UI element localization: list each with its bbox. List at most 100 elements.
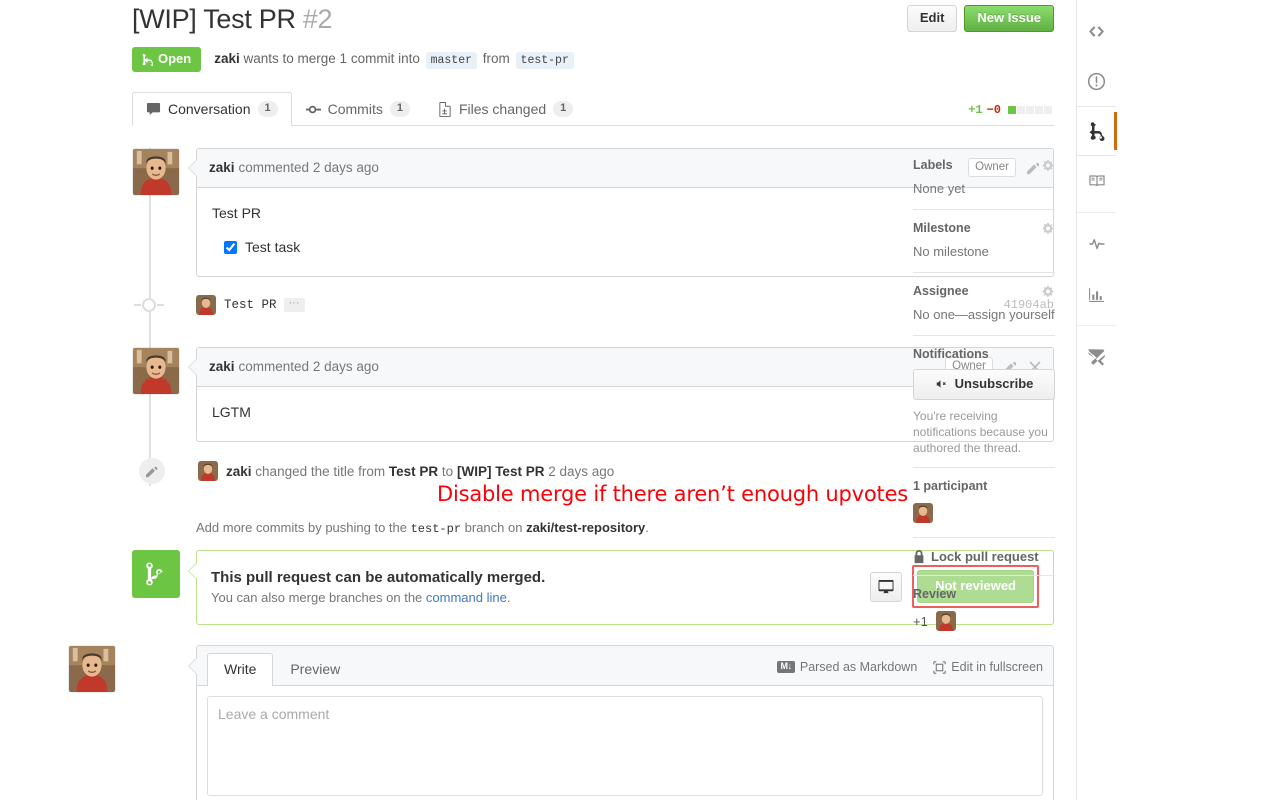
pr-number: #2 [302,4,333,34]
commit-avatar[interactable] [196,295,216,315]
tools-icon [1088,348,1105,366]
new-issue-button[interactable]: New Issue [964,5,1054,32]
command-line-link[interactable]: command line [426,590,507,605]
labels-settings-button[interactable] [1042,159,1055,172]
labels-value: None yet [913,181,966,196]
avatar[interactable] [68,645,116,693]
avatar[interactable] [132,347,180,395]
rail-item-wiki[interactable] [1077,156,1116,206]
commit-expand-button[interactable]: ··· [283,298,305,312]
milestone-settings-button[interactable] [1042,222,1055,235]
review-heading: Review [913,587,957,601]
merge-sub-prefix: You can also merge branches on the [211,589,426,605]
rail-group-settings [1077,326,1116,388]
fullscreen-label: Edit in fullscreen [951,660,1043,674]
labels-heading-row: Labels [913,158,1055,172]
status-badge: Open [132,47,202,72]
rail-group-insights [1077,213,1116,326]
pr-author: zaki [214,50,240,66]
commit-icon [305,105,321,113]
participant-avatar[interactable] [913,503,933,523]
diffstat-block [1044,106,1052,114]
event-avatar[interactable] [198,461,218,481]
edit-button[interactable]: Edit [906,5,958,32]
comment-form-tools: M↓ Parsed as Markdown Edit in fullscreen [777,660,1043,685]
graph-icon [1089,287,1104,302]
avatar[interactable] [132,148,180,196]
rail-item-code[interactable] [1077,6,1116,56]
tab-write[interactable]: Write [207,653,274,686]
rail-item-pulse[interactable] [1077,219,1116,269]
status-badge-label: Open [158,51,192,66]
assignee-value[interactable]: No one—assign yourself [913,306,1055,324]
sidebar-section-participants: 1 participant [913,479,1055,538]
rail-item-issues[interactable] [1077,56,1116,106]
pr-state-row: Open zaki wants to merge 1 commit into m… [132,47,1054,72]
lock-label: Lock pull request [931,549,1039,564]
rail-item-pull-requests[interactable] [1077,106,1117,156]
mute-icon [936,380,946,388]
git-pull-request-icon [1089,122,1104,141]
diffstat-block [1008,106,1016,114]
avatar-image [198,461,218,481]
review-score: +1 [913,613,928,629]
avatar-image [133,149,179,195]
gear-icon [1042,159,1054,171]
task-label: Test task [245,239,301,255]
rail-group-primary [1077,0,1117,213]
assignee-settings-button[interactable] [1042,285,1055,298]
head-branch-chip[interactable]: test-pr [515,51,574,69]
participants-heading: 1 participant [913,479,988,493]
tab-preview[interactable]: Preview [273,653,357,686]
avatar-image [69,646,115,692]
tab-files-changed[interactable]: Files changed 1 [424,92,587,126]
push-hint-branch: test-pr [410,522,462,536]
fullscreen-button[interactable]: Edit in fullscreen [933,660,1043,674]
base-branch-chip[interactable]: master [425,51,478,69]
comment-meta: commented 2 days ago [238,359,379,374]
issue-sidebar: Labels None yet Milestone No milestone A… [913,158,1055,653]
diffstat-deletions: −0 [986,103,1001,117]
avatar-image [196,295,216,315]
notifications-heading-row: Notifications [913,347,1055,361]
terminal-button[interactable] [870,571,903,602]
merge-subtitle: You can also merge branches on the comma… [211,590,870,605]
comment-form-body [197,686,1053,800]
event-author[interactable]: zaki [226,464,252,479]
reviewer-avatar[interactable] [935,611,956,631]
code-icon [1089,25,1104,37]
pull-request-page: [WIP] Test PR #2 Open zaki wants to merg… [0,0,1280,800]
milestone-heading-row: Milestone [913,221,1055,235]
comment-author[interactable]: zaki [209,359,235,374]
tab-commits[interactable]: Commits 1 [292,92,424,126]
milestone-value: No milestone [913,244,989,259]
event-old-title: Test PR [388,463,439,479]
book-icon [1088,175,1105,187]
commit-message[interactable]: Test PR [224,298,277,312]
tab-files-changed-label: Files changed [458,101,547,117]
unsubscribe-button[interactable]: Unsubscribe [913,369,1055,400]
assignee-heading-row: Assignee [913,284,1055,298]
terminal-icon [878,579,894,594]
sidebar-section-notifications: Notifications Unsubscribe You're receivi… [913,347,1055,468]
task-checkbox[interactable] [224,240,237,254]
pulse-icon [1089,239,1104,250]
avatar-image [935,611,956,631]
comment-icon [146,102,161,115]
comment-input[interactable] [207,696,1043,796]
new-comment-section: Write Preview M↓ Parsed as Markdown Edit… [68,645,1054,800]
rail-item-graphs[interactable] [1077,269,1116,319]
rail-item-settings[interactable] [1077,332,1116,382]
push-hint-mid: branch on [461,520,527,535]
push-hint-prefix: Add more commits by pushing to the [196,520,411,535]
review-row: +1 [913,611,1055,631]
notifications-heading: Notifications [913,347,989,361]
comment-author[interactable]: zaki [209,160,235,175]
markdown-hint[interactable]: M↓ Parsed as Markdown [777,660,917,674]
lock-pull-request-button[interactable]: Lock pull request [913,549,1055,564]
tab-conversation[interactable]: Conversation 1 [132,92,292,126]
merge-sub-suffix: . [506,589,511,605]
merge-summary: zaki wants to merge 1 commit into master… [214,51,576,69]
tab-commits-count: 1 [389,101,410,117]
tab-files-changed-count: 1 [553,101,574,117]
